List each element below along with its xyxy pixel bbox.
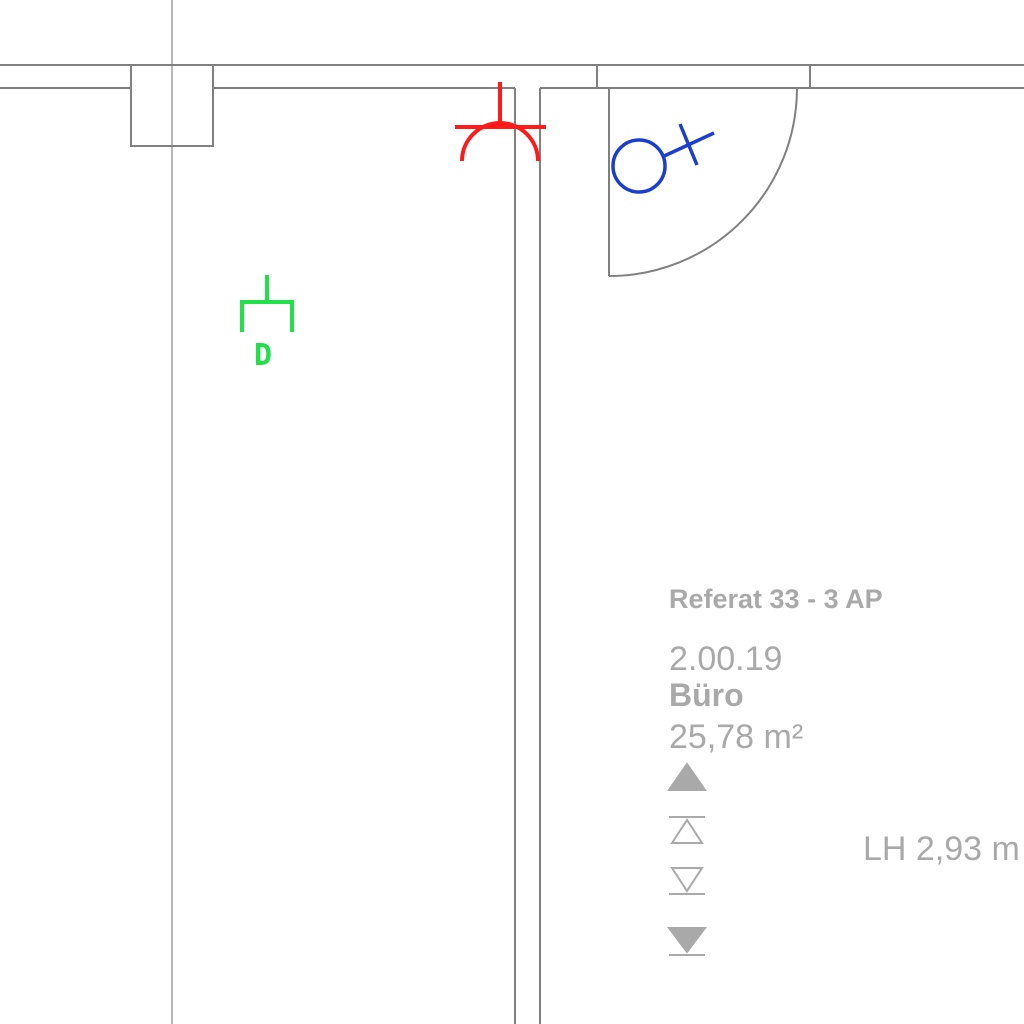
floor-level-filled-up-icon xyxy=(667,762,707,791)
room-type: Büro xyxy=(669,677,744,713)
data-outlet-label: D xyxy=(254,338,272,373)
window xyxy=(596,65,811,88)
data-outlet-icon xyxy=(240,275,294,332)
floor-level-outline-up-icon xyxy=(669,816,705,844)
room-department: Referat 33 - 3 AP xyxy=(669,584,883,614)
level-markers xyxy=(667,762,707,956)
room-area: 25,78 m² xyxy=(669,718,803,756)
partition-wall xyxy=(514,88,541,1024)
floor-plan: D Referat 33 - 3 AP 2.00.19 Büro 25,78 m… xyxy=(0,0,1024,1024)
switch-icon xyxy=(611,123,715,194)
room-clear-height: LH 2,93 m xyxy=(863,830,1020,868)
phone-outlet-icon xyxy=(455,82,546,162)
window-swing xyxy=(608,87,798,277)
exterior-wall xyxy=(0,64,1024,89)
room-number: 2.00.19 xyxy=(669,640,782,678)
ceiling-level-filled-down-icon xyxy=(667,927,707,956)
ceiling-level-outline-down-icon xyxy=(669,867,705,895)
